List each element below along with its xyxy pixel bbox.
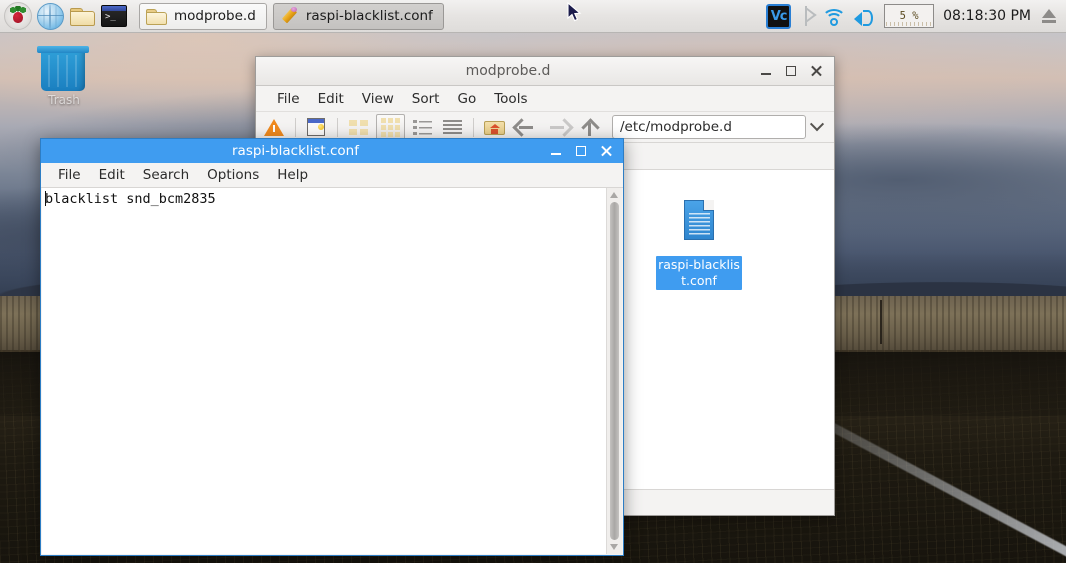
terminal-button[interactable] — [99, 2, 129, 31]
eject-icon[interactable] — [1040, 8, 1058, 24]
close-button[interactable] — [810, 65, 822, 77]
cpu-monitor[interactable]: 5 % — [884, 4, 935, 28]
terminal-icon — [101, 5, 127, 27]
menu-item-go[interactable]: Go — [448, 89, 485, 109]
taskbar-button-raspi-blacklist[interactable]: raspi-blacklist.conf — [272, 2, 444, 30]
cpu-percent-label: 5 % — [899, 10, 919, 22]
file-manager-window-buttons — [760, 65, 834, 77]
trash-label: Trash — [48, 93, 80, 107]
text-editor-window[interactable]: raspi-blacklist.conf File Edit Search Op… — [40, 138, 624, 556]
close-button[interactable] — [600, 145, 612, 157]
volume-icon[interactable] — [853, 7, 875, 26]
trash-icon — [41, 51, 85, 91]
file-manager-title: modprobe.d — [465, 63, 551, 79]
menu-item-sort[interactable]: Sort — [403, 89, 449, 109]
folder-icon — [146, 8, 167, 25]
maximize-button[interactable] — [575, 145, 587, 157]
clock-label[interactable]: 08:18:30 PM — [943, 8, 1031, 24]
toolbar-separator — [337, 117, 338, 137]
pencil-icon — [280, 6, 299, 26]
maximize-button[interactable] — [785, 65, 797, 77]
scroll-down-icon[interactable] — [609, 542, 620, 552]
compact-view-icon[interactable] — [410, 116, 435, 139]
scrollbar-thumb[interactable] — [610, 202, 619, 540]
menu-item-file[interactable]: File — [49, 165, 90, 185]
back-icon[interactable] — [512, 116, 539, 139]
minimize-button[interactable] — [550, 145, 562, 157]
raspberry-icon — [4, 2, 32, 30]
bluetooth-icon[interactable] — [800, 6, 813, 26]
menu-item-file[interactable]: File — [268, 89, 309, 109]
warning-icon[interactable] — [262, 116, 287, 139]
menu-item-edit[interactable]: Edit — [309, 89, 353, 109]
menu-item-options[interactable]: Options — [198, 165, 268, 185]
new-window-icon[interactable] — [304, 116, 329, 139]
minimize-button[interactable] — [760, 65, 772, 77]
taskbar[interactable]: modprobe.d raspi-blacklist.conf Vc 5 % 0… — [0, 0, 1066, 33]
globe-icon — [36, 2, 64, 30]
web-browser-button[interactable] — [35, 2, 65, 31]
folder-icon — [69, 6, 95, 26]
menu-item-tools[interactable]: Tools — [485, 89, 536, 109]
file-icon — [676, 198, 722, 254]
system-tray: Vc 5 % 08:18:30 PM — [766, 3, 1066, 29]
path-bar[interactable]: /etc/modprobe.d — [612, 115, 828, 139]
file-label: raspi-blacklist.conf — [656, 256, 742, 290]
scroll-up-icon[interactable] — [609, 190, 620, 200]
file-manager-menubar: File Edit View Sort Go Tools — [256, 86, 834, 112]
menu-item-help[interactable]: Help — [268, 165, 317, 185]
raspberry-menu-button[interactable] — [3, 2, 33, 31]
taskbar-button-modprobe[interactable]: modprobe.d — [139, 2, 267, 30]
menu-item-edit[interactable]: Edit — [90, 165, 134, 185]
up-icon[interactable] — [576, 116, 603, 139]
menu-item-search[interactable]: Search — [134, 165, 198, 185]
toolbar-separator — [295, 117, 296, 137]
icon-view-icon[interactable] — [346, 116, 371, 139]
thumbnail-view-icon[interactable] — [376, 113, 405, 141]
home-icon[interactable] — [482, 116, 507, 139]
file-manager-button[interactable] — [67, 2, 97, 31]
wifi-icon[interactable] — [822, 7, 847, 26]
text-editor-content: blacklist snd_bcm2835 — [45, 191, 216, 207]
text-editor-body[interactable]: blacklist snd_bcm2835 — [42, 188, 622, 554]
wallpaper-pole — [880, 300, 882, 344]
text-editor-window-buttons — [550, 145, 623, 157]
detailed-view-icon[interactable] — [440, 116, 465, 139]
chevron-down-icon[interactable] — [806, 115, 828, 139]
text-editor-scrollbar[interactable] — [606, 188, 622, 554]
vnc-icon[interactable]: Vc — [766, 3, 792, 29]
text-editor-title: raspi-blacklist.conf — [232, 143, 359, 159]
taskbar-button-label: raspi-blacklist.conf — [305, 8, 433, 24]
file-manager-titlebar[interactable]: modprobe.d — [256, 57, 834, 86]
list-item[interactable]: raspi-blacklist.conf — [656, 198, 742, 290]
taskbar-button-label: modprobe.d — [174, 8, 256, 24]
path-input[interactable]: /etc/modprobe.d — [612, 115, 806, 139]
desktop-icon-trash[interactable]: Trash — [32, 45, 96, 107]
forward-icon[interactable] — [544, 116, 571, 139]
taskbar-window-buttons: modprobe.d raspi-blacklist.conf — [139, 2, 444, 30]
text-editor-menubar: File Edit Search Options Help — [41, 163, 623, 188]
toolbar-separator — [473, 117, 474, 137]
trash-lid-icon — [37, 46, 89, 53]
text-editor-titlebar[interactable]: raspi-blacklist.conf — [41, 139, 623, 163]
menu-item-view[interactable]: View — [353, 89, 403, 109]
taskbar-launchers — [0, 2, 129, 31]
mouse-cursor — [567, 1, 583, 24]
text-editor-textarea[interactable]: blacklist snd_bcm2835 — [42, 188, 606, 554]
